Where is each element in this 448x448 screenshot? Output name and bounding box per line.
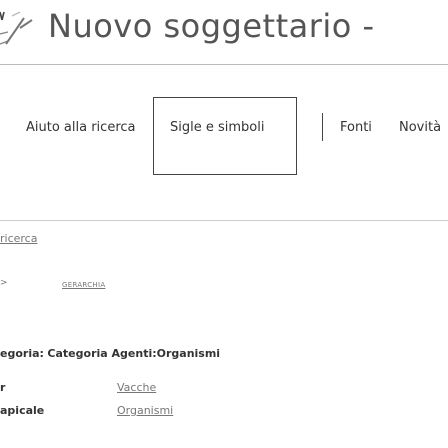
nav-item-aiuto-alla-ricerca[interactable]: Aiuto alla ricerca (26, 120, 136, 135)
nav-divider (0, 220, 448, 221)
nav-item-fonti[interactable]: Fonti (340, 120, 372, 135)
relation-label-apicale: apicale (0, 404, 45, 417)
relation-link-vacche[interactable]: Vacche (117, 381, 156, 394)
category-line: egoria: Categoria Agenti:Organismi (0, 347, 220, 360)
relation-label-broader: r (0, 381, 6, 394)
nav-separator (322, 113, 323, 141)
title-divider (0, 64, 448, 65)
breadcrumb-link-ricerca[interactable]: ricerca (0, 232, 37, 245)
nav-item-highlight-box (153, 97, 297, 175)
site-title: Nuovo soggettario - (48, 7, 375, 45)
nav-item-novita[interactable]: Novità (399, 120, 441, 135)
nav-item-sigle-e-simboli[interactable]: Sigle e simboli (170, 120, 264, 135)
hierarchy-link[interactable]: GERARCHIA (62, 281, 105, 289)
category-value: Categoria Agenti:Organismi (47, 347, 221, 360)
category-label: egoria: (0, 347, 44, 360)
main-nav: Aiuto alla ricerca Sigle e simboli Fonti… (0, 97, 448, 182)
relation-link-organismi[interactable]: Organismi (117, 404, 173, 417)
site-logo-icon (0, 11, 33, 45)
chevron-right-icon: > (0, 278, 8, 288)
